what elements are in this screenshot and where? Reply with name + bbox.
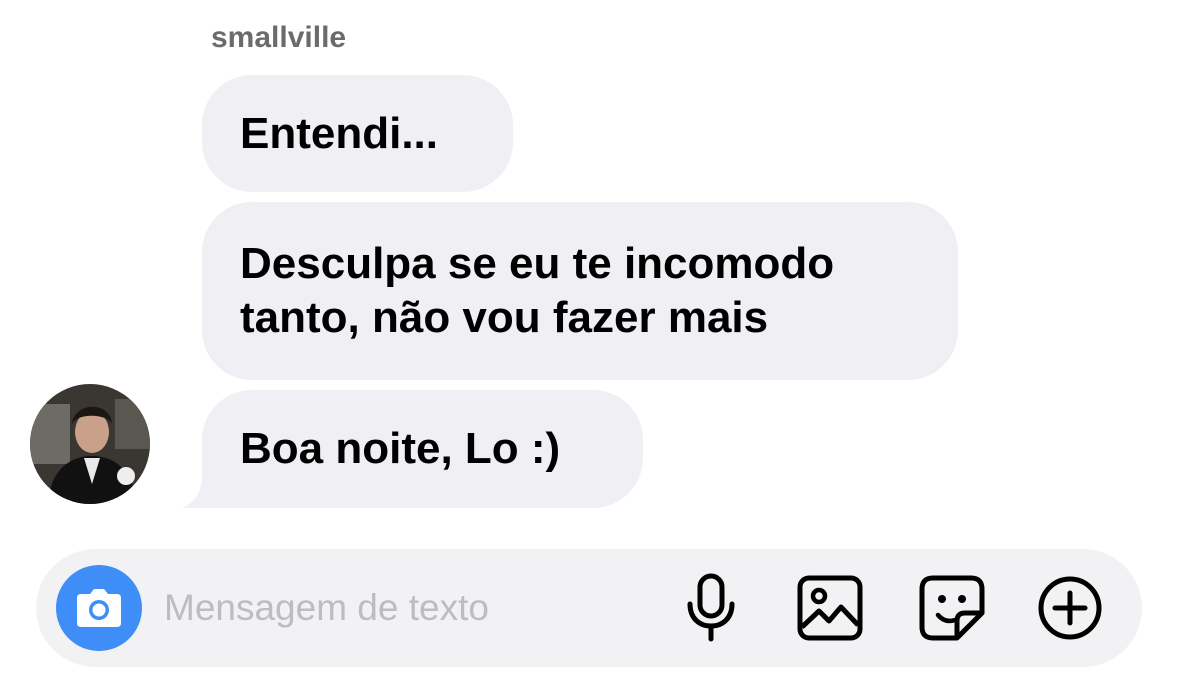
sticker-button[interactable] (916, 572, 988, 644)
message-bubble[interactable]: Desculpa se eu te incomodo tanto, não vo… (202, 202, 958, 380)
more-options-button[interactable] (1034, 572, 1106, 644)
image-icon (797, 575, 863, 641)
message-text: Desculpa se eu te incomodo tanto, não vo… (240, 239, 835, 342)
message-text: Entendi... (240, 108, 438, 158)
sticker-icon (919, 575, 985, 641)
gallery-button[interactable] (794, 572, 866, 644)
sender-name: smallville (211, 21, 347, 54)
microphone-icon (687, 573, 735, 642)
camera-button[interactable] (56, 565, 142, 651)
message-input[interactable] (164, 577, 664, 639)
avatar[interactable] (30, 384, 150, 504)
plus-icon (1038, 576, 1102, 640)
message-bubble[interactable]: Boa noite, Lo :) (202, 390, 643, 508)
message-bubble[interactable]: Entendi... (202, 75, 513, 192)
message-composer (36, 549, 1142, 667)
avatar-photo (30, 384, 150, 504)
voice-message-button[interactable] (675, 572, 747, 644)
message-text: Boa noite, Lo :) (240, 424, 561, 473)
camera-icon (77, 589, 121, 627)
